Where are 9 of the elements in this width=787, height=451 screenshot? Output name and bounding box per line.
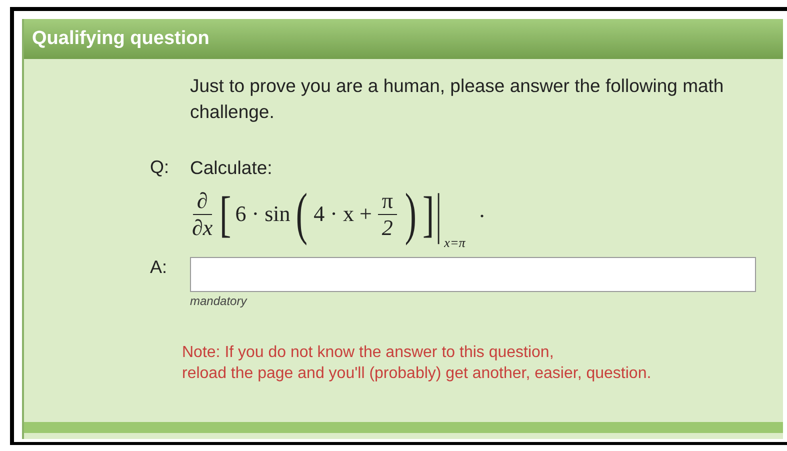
panel-title: Qualifying question: [32, 28, 210, 50]
answer-label: A:: [150, 257, 168, 279]
answer-field[interactable]: [190, 257, 756, 292]
question-prompt: Calculate:: [190, 157, 274, 179]
mandatory-hint: mandatory: [190, 294, 248, 308]
intro-text: Just to prove you are a human, please answer the following math challenge.: [190, 74, 725, 124]
question-label: Q:: [150, 157, 170, 179]
note-text: reload the page and you'll (probably) get another, easier, question.: [182, 364, 652, 384]
note-text: Note: If you do not know the answer to this question,: [182, 343, 554, 363]
